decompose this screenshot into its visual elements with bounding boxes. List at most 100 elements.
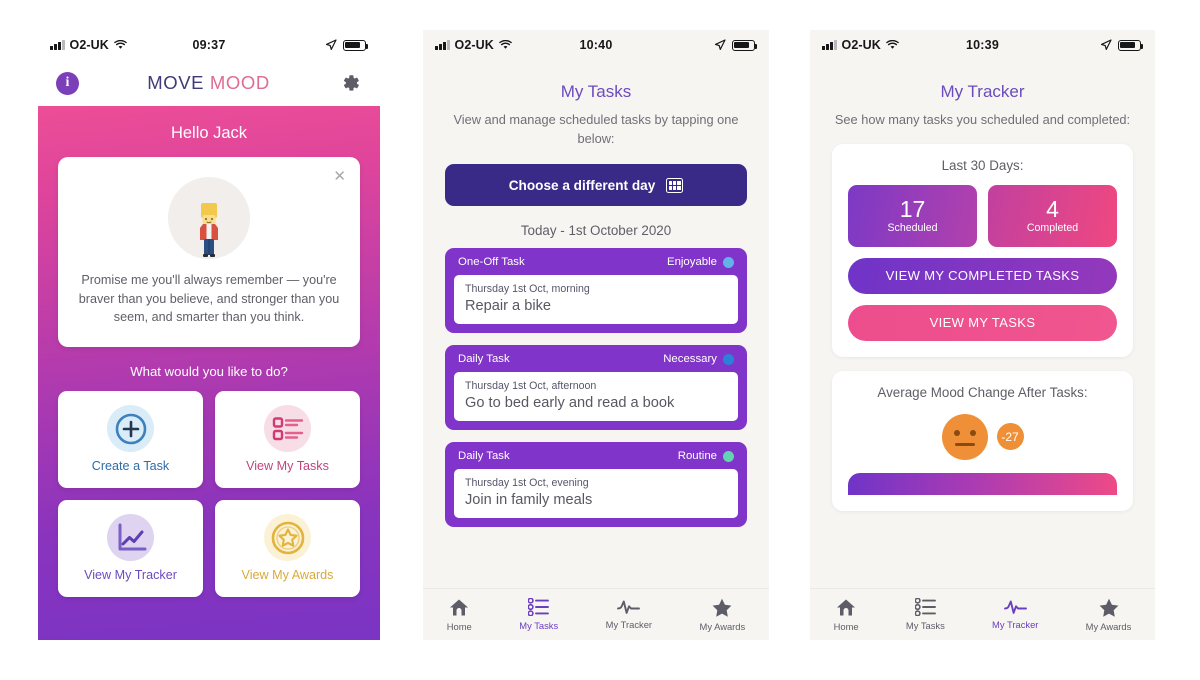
task-type-label: Daily Task [458, 450, 510, 463]
nav-label: My Tracker [605, 619, 653, 630]
tile-create-a-task[interactable]: Create a Task [58, 390, 203, 488]
view-my-tasks-button[interactable]: VIEW MY TASKS [848, 304, 1117, 341]
nav-label: Home [833, 620, 859, 632]
nav-item-my-awards[interactable]: My Awards [699, 598, 746, 632]
status-bar: O2-UK 10:40 [423, 30, 769, 60]
app-title: MOVE MOOD [147, 72, 270, 94]
wifi-icon [886, 40, 899, 49]
home-icon [837, 599, 856, 615]
quote-text: Promise me you'll always remember — you'… [78, 273, 340, 325]
status-left: O2-UK [435, 38, 512, 52]
star-icon [1099, 598, 1118, 617]
signal-bars-icon [435, 40, 450, 50]
task-body: Thursday 1st Oct, morning Repair a bike [454, 275, 738, 325]
task-tag: Enjoyable [667, 256, 734, 268]
view-completed-tasks-button[interactable]: VIEW MY COMPLETED TASKS [848, 257, 1117, 294]
task-name: Go to bed early and read a book [465, 395, 675, 412]
task-list-icon [264, 405, 311, 453]
page-title: My Tasks [560, 82, 632, 101]
nav-label: Home [446, 620, 472, 632]
task-type-label: One-Off Task [458, 256, 525, 269]
status-right [325, 39, 369, 51]
stat-completed: 4 Completed [988, 184, 1117, 247]
screenshot-stage: O2-UK 09:37 i MOVE MOOD Hello Jack ✕ Pro… [0, 0, 1200, 680]
motivational-quote-card: ✕ Promise me you'll always remember — yo… [58, 157, 360, 347]
action-tiles: Create a Task View My Tasks View My Trac… [58, 390, 360, 597]
home-icon [450, 599, 469, 615]
tile-label: View My Tasks [246, 459, 329, 474]
nav-label: My Awards [1085, 620, 1132, 632]
nav-item-my-tasks[interactable]: My Tasks [519, 598, 558, 631]
mood-change-badge: -27 [996, 423, 1024, 451]
date-heading: Today - 1st October 2020 [520, 223, 672, 239]
calendar-icon [666, 177, 684, 193]
tile-view-my-tasks[interactable]: View My Tasks [215, 390, 360, 488]
task-list-icon [914, 598, 936, 616]
info-icon[interactable]: i [56, 71, 79, 95]
task-tag-dot [723, 450, 734, 462]
task-header: One-Off Task Enjoyable [454, 255, 738, 275]
battery-icon [732, 39, 758, 51]
tile-view-my-tracker[interactable]: View My Tracker [58, 499, 203, 597]
star-medal-icon [264, 514, 311, 562]
page-subtitle: See how many tasks you scheduled and com… [834, 112, 1131, 127]
task-name: Join in family meals [465, 492, 593, 509]
location-arrow-icon [1100, 39, 1112, 50]
task-card[interactable]: Daily Task Necessary Thursday 1st Oct, a… [445, 345, 747, 431]
tile-label: View My Tracker [84, 568, 177, 583]
choose-day-label: Choose a different day [508, 177, 656, 193]
nav-label: My Tasks [905, 620, 945, 631]
tile-view-my-awards[interactable]: View My Awards [215, 499, 360, 597]
nav-item-my-tracker[interactable]: My Tracker [992, 599, 1038, 630]
battery-icon [343, 39, 369, 51]
nav-item-home[interactable]: Home [447, 598, 472, 632]
carrier-label: O2-UK [841, 38, 881, 52]
brand-move: MOVE [147, 72, 205, 93]
location-arrow-icon [714, 39, 726, 50]
greeting-text: Hello Jack [170, 124, 248, 142]
plus-circle-icon [107, 405, 154, 453]
line-chart-icon [107, 514, 154, 562]
task-when: Thursday 1st Oct, evening [465, 477, 589, 490]
mood-details-button[interactable] [848, 472, 1117, 495]
pulse-line-icon [1003, 600, 1027, 614]
tile-label: View My Awards [241, 568, 334, 583]
task-body: Thursday 1st Oct, afternoon Go to bed ea… [454, 372, 738, 422]
phone-my-tasks-screen: O2-UK 10:40 My Tasks View and manage sch… [423, 30, 769, 640]
nav-label: My Tracker [992, 619, 1039, 630]
nav-item-my-tracker[interactable]: My Tracker [606, 599, 652, 630]
scheduled-value: 17 [899, 195, 926, 222]
nav-item-home[interactable]: Home [834, 598, 859, 632]
task-card[interactable]: One-Off Task Enjoyable Thursday 1st Oct,… [445, 248, 747, 334]
stats-heading: Last 30 Days: [941, 157, 1024, 173]
page-subtitle: View and manage scheduled tasks by tappi… [453, 112, 739, 146]
nav-item-my-awards[interactable]: My Awards [1085, 598, 1132, 632]
location-arrow-icon [325, 39, 337, 50]
neutral-face-icon [941, 413, 988, 460]
carrier-label: O2-UK [69, 38, 109, 52]
task-list-icon [528, 598, 550, 616]
task-card[interactable]: Daily Task Routine Thursday 1st Oct, eve… [445, 442, 747, 528]
task-tag-dot [723, 256, 734, 268]
signal-bars-icon [50, 40, 65, 50]
completed-label: Completed [1026, 222, 1079, 235]
task-when: Thursday 1st Oct, afternoon [465, 380, 597, 393]
status-right [714, 39, 758, 51]
tasks-content: My Tasks View and manage scheduled tasks… [423, 60, 769, 528]
phone-my-tracker-screen: O2-UK 10:39 My Tracker See how many task… [810, 30, 1155, 640]
close-icon[interactable]: ✕ [333, 169, 346, 184]
mood-row: -27 [848, 413, 1117, 460]
mood-panel: Average Mood Change After Tasks: -27 [832, 370, 1133, 511]
status-left: O2-UK [822, 38, 899, 52]
task-tag-dot [723, 353, 734, 365]
completed-value: 4 [1046, 195, 1059, 222]
stats-panel: Last 30 Days: 17 Scheduled 4 Completed V… [832, 143, 1133, 357]
nav-label: My Awards [699, 620, 746, 632]
carrier-label: O2-UK [454, 38, 494, 52]
nav-item-my-tasks[interactable]: My Tasks [906, 598, 945, 631]
avatar [168, 177, 250, 259]
choose-different-day-button[interactable]: Choose a different day [445, 164, 747, 207]
wifi-icon [114, 40, 127, 49]
status-bar: O2-UK 09:37 [38, 30, 380, 60]
gear-icon[interactable] [338, 71, 362, 95]
